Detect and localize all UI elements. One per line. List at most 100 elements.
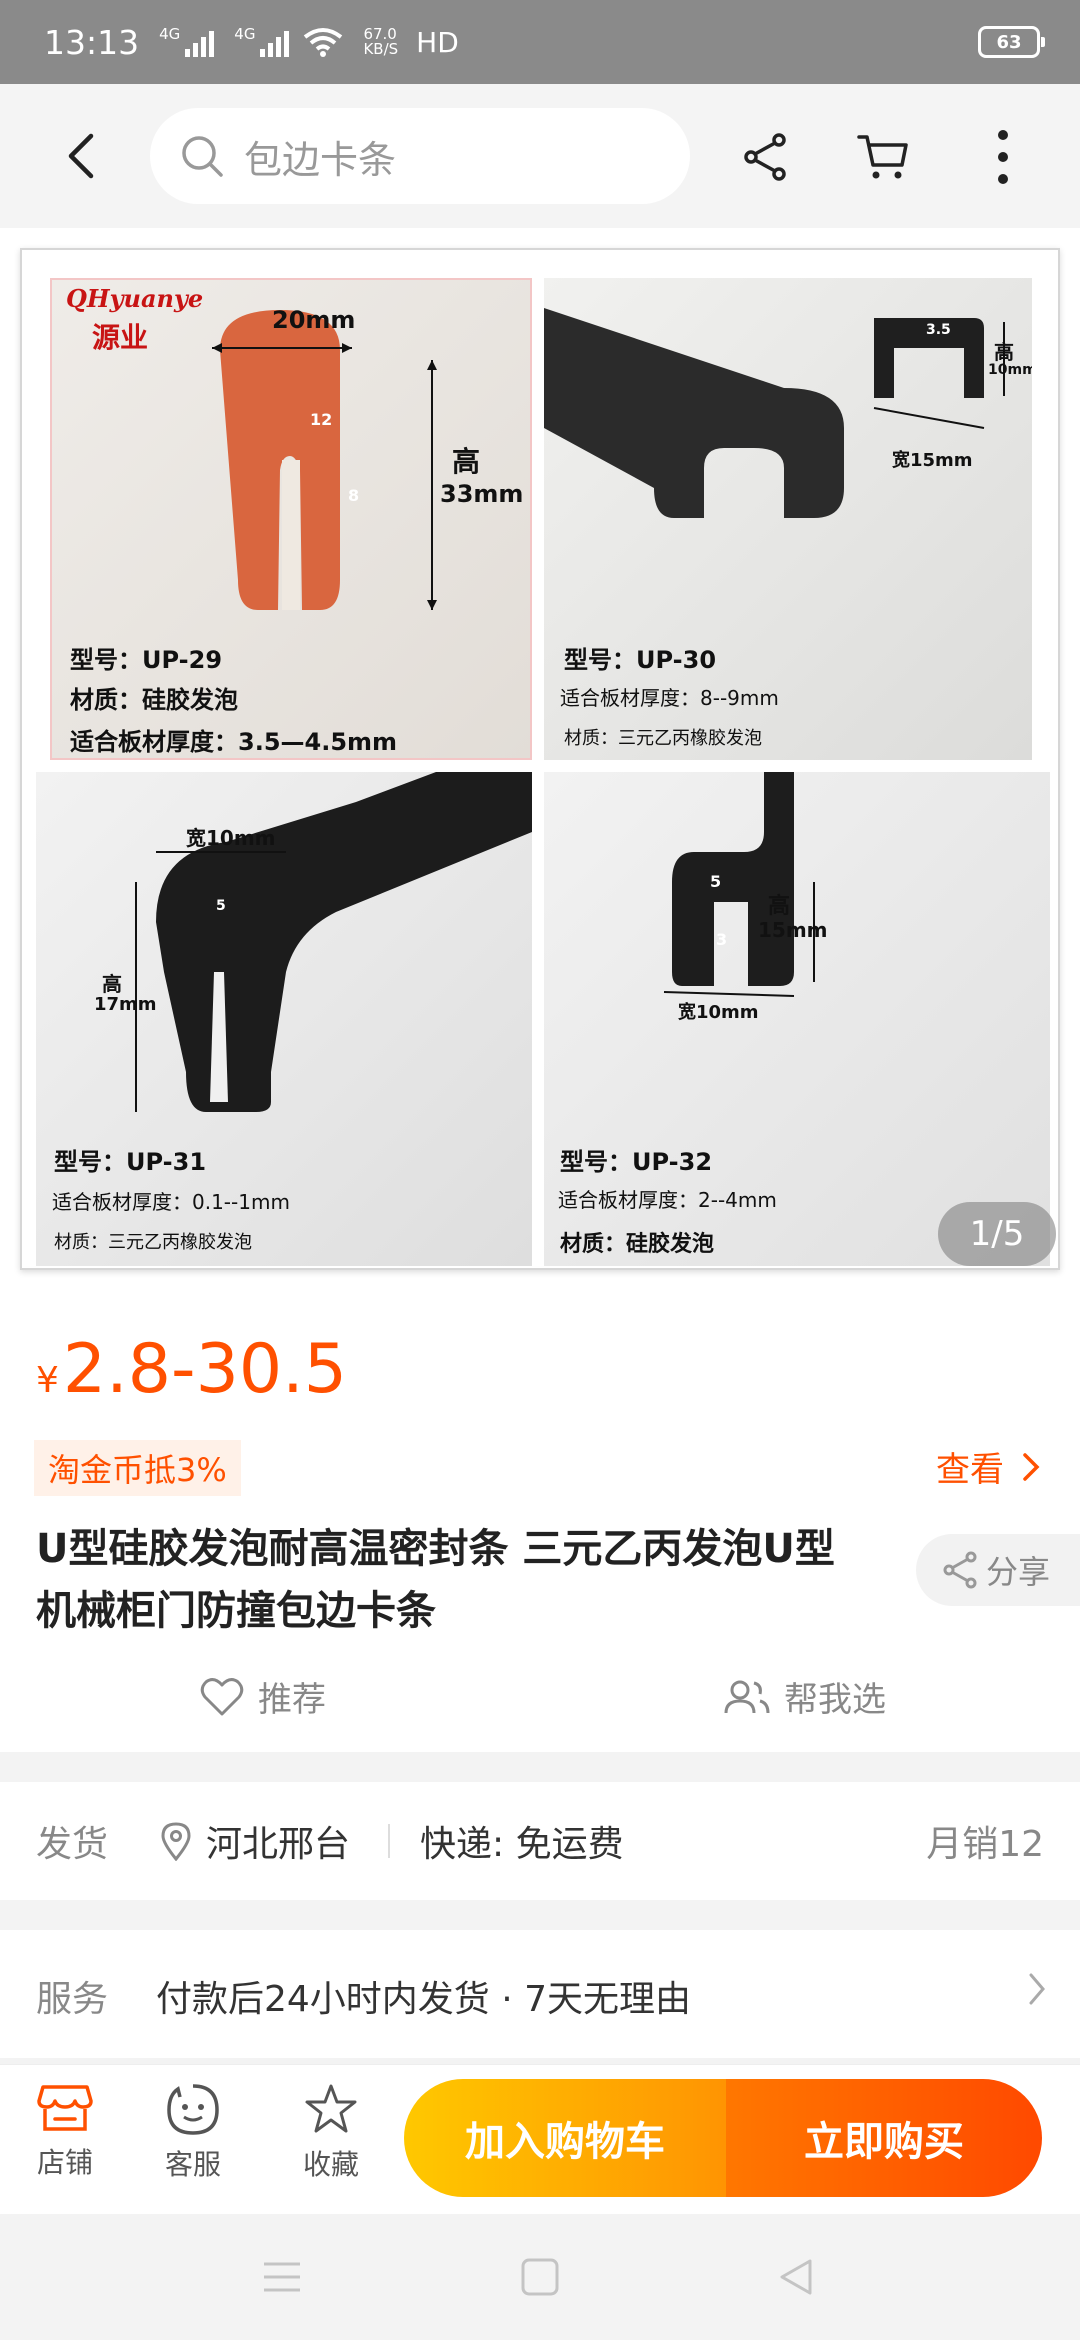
cart-button[interactable] [848,122,918,192]
dim-inner: 5 [216,898,226,914]
dim-width: 宽10mm [678,1002,759,1023]
dim-width: 宽10mm [186,826,276,850]
more-button[interactable] [968,122,1038,192]
system-back-button[interactable] [766,2252,826,2302]
customer-service-label: 客服 [164,2148,221,2181]
store-label: 店铺 [36,2146,93,2179]
dim-height: 15mm [758,918,828,942]
service-text: 付款后24小时内发货 · 7天无理由 [156,1979,692,2020]
back-triangle-icon [780,2259,812,2295]
spec-thickness: 适合板材厚度：3.5—4.5mm [70,728,398,756]
dim-height-label: 高 [994,340,1014,364]
customer-service-icon [167,2084,219,2135]
store-icon [37,2085,93,2131]
product-tile-up32: 5 3 高 15mm 宽10mm 型号：UP-32 适合板材厚度：2--4mm … [544,772,1050,1266]
search-icon [182,136,223,177]
dim-inner: 3.5 [926,322,951,338]
brand-logo-cn: 源业 [92,321,149,354]
buy-now-button[interactable]: 立即购买 [726,2079,1042,2197]
service-row[interactable]: 服务 付款后24小时内发货 · 7天无理由 [0,1930,1080,2058]
signal-icon: 4G [159,27,215,57]
cart-icon [857,135,908,179]
spec-model: 型号：UP-30 [564,646,717,674]
product-info: ¥ 2.8-30.5 淘金币抵3% 查看 U型硅胶发泡耐高温密封条 三元乙丙发泡… [0,1290,1080,1752]
dim-height: 17mm [94,994,157,1015]
dim-inner-2: 8 [348,486,360,505]
price-value: 2.8-30.5 [62,1330,347,1409]
help-choose-label: 帮我选 [784,1680,886,1720]
chevron-right-icon [1023,1452,1040,1481]
image-page-indicator: 1/5 [938,1202,1056,1266]
system-navigation-bar [0,2214,1080,2340]
back-button[interactable] [50,124,110,188]
spec-thickness: 适合板材厚度：2--4mm [558,1188,777,1212]
home-square-icon [521,2258,559,2296]
dim-height: 10mm [988,362,1032,378]
price-currency: ¥ [36,1360,59,1401]
share-icon [943,1551,977,1589]
hd-indicator: HD [416,25,459,59]
product-image[interactable]: QHyuanye 源业 20mm 高 33mm 12 8 型号：UP-29 材质… [20,248,1060,1270]
product-gallery[interactable]: QHyuanye 源业 20mm 高 33mm 12 8 型号：UP-29 材质… [0,228,1080,1290]
view-label: 查看 [936,1450,1004,1490]
location-text: 河北邢台 [206,1824,351,1865]
spec-model: 型号：UP-32 [560,1148,713,1176]
location-pin-icon [161,1822,191,1861]
dim-height-label: 高 [768,894,791,919]
chevron-right-icon [1029,1973,1045,2005]
product-title-line2: 机械柜门防撞包边卡条 [36,1588,436,1634]
shipping-label: 发货 [36,1824,109,1865]
service-label: 服务 [36,1979,109,2020]
favorite-label: 收藏 [302,2148,359,2181]
monthly-sales: 月销12 [926,1824,1044,1865]
spec-material: 材质：硅胶发泡 [70,686,238,714]
product-tile-up30: 3.5 高 10mm 宽15mm 型号：UP-30 适合板材厚度：8--9mm … [544,278,1032,760]
shipping-row[interactable]: 发货 河北邢台 快递: 免运费 月销12 [0,1782,1080,1900]
dim-width: 宽15mm [892,450,973,471]
status-time: 13:13 [44,22,140,62]
product-tile-up31: 宽10mm 5 高 17mm 型号：UP-31 适合板材厚度：0.1--1mm … [36,772,532,1266]
spec-model: 型号：UP-29 [70,646,223,674]
product-title: U型硅胶发泡耐高温密封条 三元乙丙发泡U型 机械柜门防撞包边卡条 [36,1518,896,1642]
help-choose-button[interactable]: 帮我选 [724,1672,886,1721]
bottom-action-bar: 店铺 客服 收藏 加入购物车 立即购买 [0,2064,1080,2214]
dim-inner-2: 3 [716,930,728,949]
spec-material: 材质：三元乙丙橡胶发泡 [564,728,762,749]
product-title-line1: U型硅胶发泡耐高温密封条 三元乙丙发泡U型 [36,1526,835,1572]
dim-height-label: 高 [102,972,122,996]
spec-material: 材质：硅胶发泡 [560,1232,715,1257]
back-arrow-icon [68,133,94,179]
signal-icon-2: 4G [234,27,290,57]
star-icon [305,2084,357,2133]
express-info: 快递: 免运费 [420,1824,624,1865]
store-tab[interactable]: 店铺 [10,2083,120,2181]
brand-logo-en: QHyuanye [66,284,204,313]
share-product-button[interactable]: 分享 [916,1534,1080,1606]
view-coupon-link[interactable]: 查看 [936,1442,1040,1491]
customer-service-tab[interactable]: 客服 [138,2083,248,2183]
recommend-label: 推荐 [258,1680,326,1720]
product-tile-up29: QHyuanye 源业 20mm 高 33mm 12 8 型号：UP-29 材质… [50,278,532,760]
recommend-button[interactable]: 推荐 [200,1672,326,1721]
favorite-tab[interactable]: 收藏 [276,2083,386,2183]
add-to-cart-button[interactable]: 加入购物车 [404,2079,726,2197]
top-nav: 包边卡条 [0,84,1080,228]
share-label: 分享 [986,1553,1051,1591]
dim-inner-1: 12 [310,410,333,429]
recent-apps-button[interactable] [252,2252,312,2302]
search-input[interactable]: 包边卡条 [150,108,690,204]
spec-material: 材质：三元乙丙橡胶发泡 [54,1232,252,1253]
share-button[interactable] [730,122,800,192]
divider [388,1824,390,1858]
spec-thickness: 适合板材厚度：8--9mm [560,686,779,710]
menu-icon [264,2262,300,2292]
coupon-badge: 淘金币抵3% [34,1440,241,1496]
heart-icon [200,1677,244,1715]
search-placeholder: 包边卡条 [244,137,397,182]
status-bar: 13:13 4G 4G 67.0 KB/S HD 63 [0,0,1080,84]
share-icon [744,133,786,181]
spec-thickness: 适合板材厚度：0.1--1mm [52,1190,290,1214]
home-button[interactable] [510,2252,570,2302]
dim-inner-1: 5 [710,872,722,891]
network-speed: 67.0 KB/S [363,25,399,58]
